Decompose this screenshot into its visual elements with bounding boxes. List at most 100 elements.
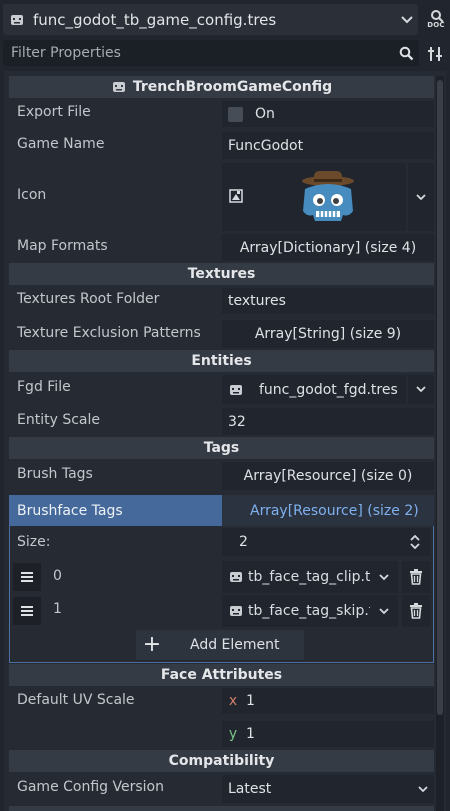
element-resource-value: tb_face_tag_skip.t xyxy=(248,603,370,619)
game-config-version-value: Latest xyxy=(228,781,272,797)
export-file-value: On xyxy=(255,106,275,122)
brushface-tags-value: Array[Resource] (size 2) xyxy=(250,502,419,519)
array-size-label: Size: xyxy=(17,534,51,550)
brushface-tags-label: Brushface Tags xyxy=(17,502,123,519)
godot-cowboy-icon xyxy=(302,171,354,221)
drag-handle-icon[interactable] xyxy=(13,597,41,625)
filter-properties-input[interactable] xyxy=(3,45,393,61)
brush-tags-value: Array[Resource] (size 0) xyxy=(243,468,413,484)
resource-icon xyxy=(230,572,242,582)
element-resource-picker[interactable]: tb_face_tag_skip.t xyxy=(222,595,370,627)
brush-tags-label: Brush Tags xyxy=(17,466,93,482)
search-icon xyxy=(393,40,419,66)
section-entities-label: Entities xyxy=(191,353,252,369)
doc-label: DOC xyxy=(427,21,445,29)
element-resource-value: tb_face_tag_clip.tr xyxy=(248,569,370,585)
uv-scale-y-field[interactable]: y 1 xyxy=(222,721,434,747)
x-axis-label: x xyxy=(228,693,238,709)
section-next-collapsed[interactable] xyxy=(9,806,434,811)
export-file-toggle[interactable]: On xyxy=(222,101,434,127)
textures-root-folder-value: textures xyxy=(228,293,286,309)
texture-exclusion-array-button[interactable]: Array[String] (size 9) xyxy=(222,320,434,348)
section-tags[interactable]: Tags xyxy=(9,437,434,459)
entity-scale-label: Entity Scale xyxy=(17,412,100,428)
resource-class-icon xyxy=(112,82,125,92)
section-entities[interactable]: Entities xyxy=(9,350,434,372)
map-formats-label: Map Formats xyxy=(17,238,108,254)
open-documentation-button[interactable]: DOC xyxy=(423,8,449,34)
spinbox-updown-icon[interactable] xyxy=(410,535,420,549)
brushface-tags-array-button[interactable]: Array[Resource] (size 2) xyxy=(222,495,434,526)
chevron-down-icon xyxy=(418,786,428,793)
icon-dropdown-button[interactable] xyxy=(408,163,434,231)
chevron-down-icon[interactable] xyxy=(396,9,418,31)
add-element-label: Add Element xyxy=(190,637,280,653)
entity-scale-value: 32 xyxy=(228,413,246,430)
textures-root-folder-label: Textures Root Folder xyxy=(17,291,160,307)
game-name-field[interactable]: FuncGodot xyxy=(222,132,434,159)
texture-exclusion-label: Texture Exclusion Patterns xyxy=(17,325,201,341)
section-face-attributes[interactable]: Face Attributes xyxy=(9,664,434,686)
texture-exclusion-value: Array[String] (size 9) xyxy=(254,326,402,342)
game-name-value: FuncGodot xyxy=(228,137,304,154)
resource-selector[interactable]: func_godot_tb_game_config.tres xyxy=(3,4,418,35)
section-compatibility[interactable]: Compatibility xyxy=(9,750,434,772)
element-dropdown-button[interactable] xyxy=(370,561,398,593)
brush-tags-array-button[interactable]: Array[Resource] (size 0) xyxy=(222,462,434,490)
uv-scale-x-value: 1 xyxy=(246,693,255,709)
class-header-label: TrenchBroomGameConfig xyxy=(132,79,333,95)
uv-scale-x-field[interactable]: x 1 xyxy=(222,688,434,714)
entity-scale-field[interactable]: 32 xyxy=(222,408,434,435)
icon-label: Icon xyxy=(17,187,47,203)
fgd-file-value: func_godot_fgd.tres xyxy=(259,381,398,398)
resource-name: func_godot_tb_game_config.tres xyxy=(33,10,277,29)
element-index: 1 xyxy=(53,601,62,617)
default-uv-scale-label: Default UV Scale xyxy=(17,692,135,708)
chevron-down-icon xyxy=(379,607,389,614)
array-size-value: 2 xyxy=(239,534,248,550)
filter-properties-field[interactable] xyxy=(3,40,419,66)
map-formats-array-button[interactable]: Array[Dictionary] (size 4) xyxy=(222,234,434,261)
game-config-version-label: Game Config Version xyxy=(17,779,164,795)
chevron-down-icon xyxy=(416,193,426,200)
fgd-file-resource[interactable]: func_godot_fgd.tres xyxy=(222,375,406,404)
drag-handle-icon[interactable] xyxy=(13,563,41,591)
resource-icon xyxy=(230,384,242,395)
section-textures[interactable]: Textures xyxy=(9,263,434,285)
section-tags-label: Tags xyxy=(203,440,240,456)
textures-root-folder-field[interactable]: textures xyxy=(222,288,434,314)
y-axis-label: y xyxy=(228,726,238,742)
chevron-down-icon xyxy=(416,386,426,393)
game-config-version-select[interactable]: Latest xyxy=(222,775,434,803)
filter-bar xyxy=(0,40,450,68)
array-size-spinbox[interactable]: 2 xyxy=(222,528,430,556)
map-formats-value: Array[Dictionary] (size 4) xyxy=(239,239,417,256)
element-dropdown-button[interactable] xyxy=(370,595,398,627)
trash-icon xyxy=(410,603,422,619)
fgd-file-dropdown-button[interactable] xyxy=(408,375,434,404)
section-face-attributes-label: Face Attributes xyxy=(160,667,283,683)
section-textures-label: Textures xyxy=(187,266,256,282)
uv-scale-y-value: 1 xyxy=(246,726,255,742)
class-header: TrenchBroomGameConfig xyxy=(9,76,434,98)
export-file-label: Export File xyxy=(17,104,91,120)
export-file-checkbox[interactable] xyxy=(228,106,243,122)
add-element-button[interactable]: + Add Element xyxy=(136,630,304,660)
brushface-tags-label-row[interactable]: Brushface Tags xyxy=(9,495,222,526)
tools-icon xyxy=(428,47,442,61)
element-resource-picker[interactable]: tb_face_tag_clip.tr xyxy=(222,561,370,593)
scrollbar-thumb[interactable] xyxy=(437,80,443,715)
resource-icon xyxy=(11,14,23,25)
game-name-label: Game Name xyxy=(17,136,105,152)
element-index: 0 xyxy=(53,568,62,584)
chevron-down-icon xyxy=(379,573,389,580)
fgd-file-label: Fgd File xyxy=(17,379,71,395)
icon-texture-preview[interactable] xyxy=(222,163,406,231)
plus-icon: + xyxy=(142,632,162,657)
remove-element-button[interactable] xyxy=(402,561,430,593)
resource-bar: func_godot_tb_game_config.tres DOC xyxy=(0,0,450,40)
texture-icon xyxy=(229,189,243,203)
remove-element-button[interactable] xyxy=(402,595,430,627)
inspector-tools-button[interactable] xyxy=(424,43,446,65)
section-compatibility-label: Compatibility xyxy=(168,753,275,769)
